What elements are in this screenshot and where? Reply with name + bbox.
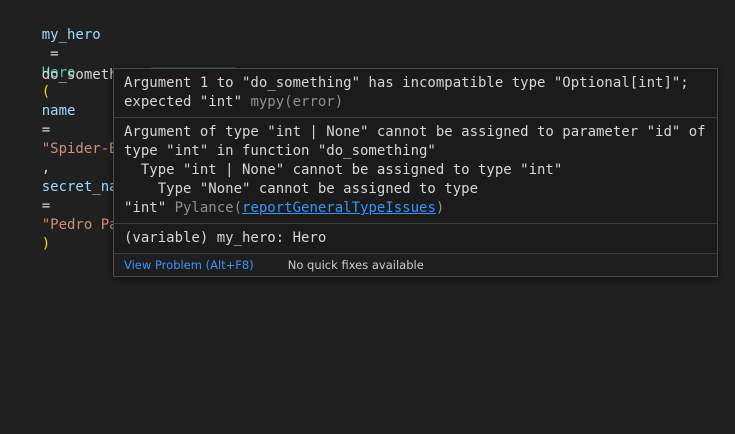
mypy-source-label: mypy(error) <box>250 94 343 110</box>
token-variable: my_hero <box>42 27 101 43</box>
variable-type-info: (variable) my_hero: Hero <box>124 229 707 248</box>
pylance-message-line-2: type "int" in function "do_something" <box>124 142 707 161</box>
token-eq: = <box>42 122 50 138</box>
variable-info-section: (variable) my_hero: Hero <box>114 224 717 253</box>
hover-status-bar: View Problem (Alt+F8) No quick fixes ava… <box>114 253 717 276</box>
mypy-message-text: expected "int" <box>124 94 250 110</box>
code-editor[interactable]: my_hero = Hero ( name = "Spider-Boy" , s… <box>0 0 735 434</box>
pylance-message-line-1: Argument of type "int | None" cannot be … <box>124 123 707 142</box>
mypy-message-line-1: Argument 1 to "do_something" has incompa… <box>124 74 707 93</box>
pylance-source-label: Pylance( <box>175 200 242 216</box>
token-comma: , <box>42 160 59 176</box>
mypy-diagnostic-section: Argument 1 to "do_something" has incompa… <box>114 69 717 117</box>
pylance-message-line-4: Type "None" cannot be assigned to type <box>124 180 707 199</box>
mypy-message-line-2: expected "int" mypy(error) <box>124 93 707 112</box>
pylance-message-text: "int" <box>124 200 175 216</box>
view-problem-link[interactable]: View Problem (Alt+F8) <box>124 258 254 272</box>
token-eq: = <box>42 198 50 214</box>
pylance-message-line-5: "int" Pylance(reportGeneralTypeIssues) <box>124 199 707 218</box>
diagnostic-hover-tooltip: Argument 1 to "do_something" has incompa… <box>113 68 718 277</box>
pylance-source-close: ) <box>436 200 444 216</box>
pylance-diagnostic-section: Argument of type "int | None" cannot be … <box>114 118 717 223</box>
pylance-rule-link[interactable]: reportGeneralTypeIssues <box>242 200 436 216</box>
token-close-paren: ) <box>42 236 50 252</box>
no-quick-fixes-label: No quick fixes available <box>288 258 424 272</box>
pylance-message-line-3: Type "int | None" cannot be assigned to … <box>124 161 707 180</box>
token-arg-name: name <box>42 103 76 119</box>
